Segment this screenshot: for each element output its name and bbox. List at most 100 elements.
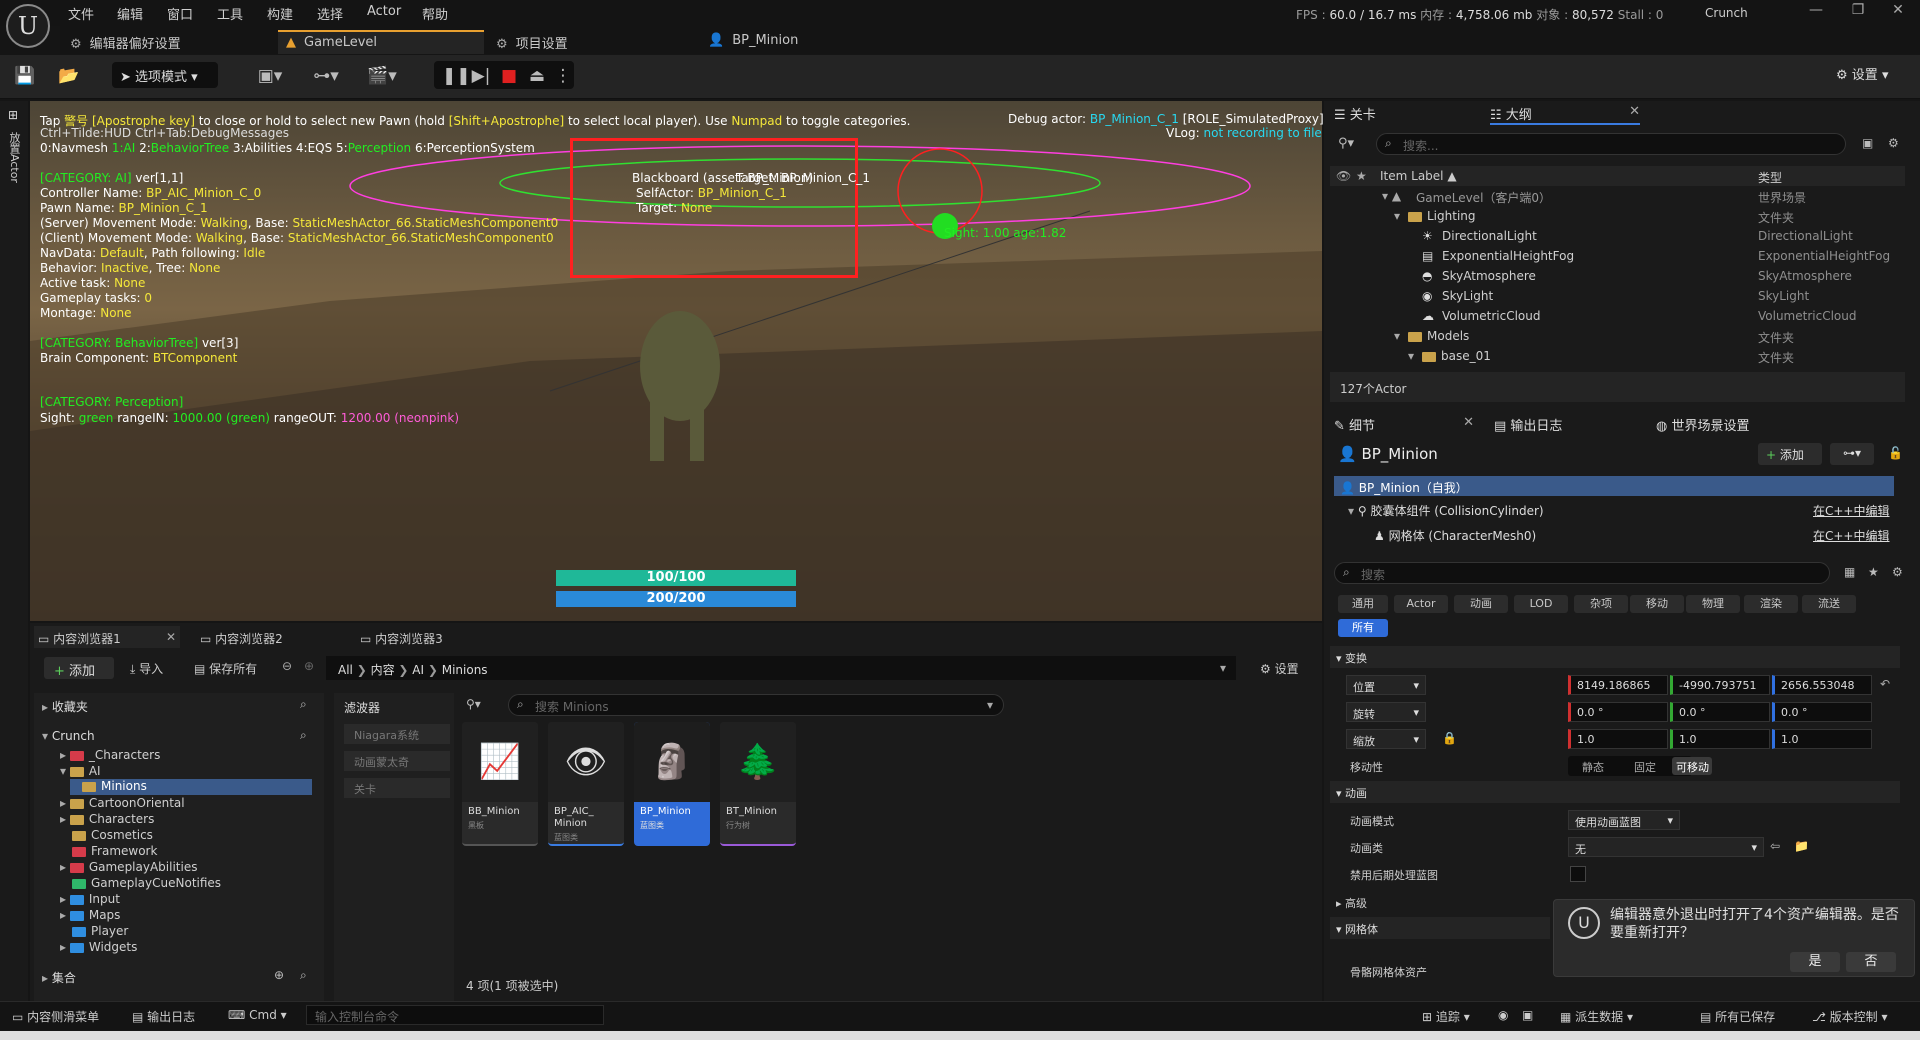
minimize-icon[interactable]: —	[1796, 2, 1836, 18]
tab-world-settings[interactable]: ◍ 世界场景设置	[1656, 415, 1750, 434]
project-header[interactable]: ▾ Crunch	[42, 729, 95, 743]
camera-icon[interactable]: ▣	[1522, 1008, 1533, 1022]
tab-outliner[interactable]: ☷ 大纲 ✕	[1490, 104, 1640, 125]
asset-tile[interactable]: 👁 BP_AIC_ Minion 蓝图类	[548, 722, 624, 846]
source-control-button[interactable]: ⎇ 版本控制 ▾	[1812, 1008, 1888, 1025]
section-transform[interactable]: ▾ 变换	[1330, 646, 1900, 668]
outliner-row[interactable]: ▾ Lighting 文件夹	[1330, 209, 1905, 229]
filter-item[interactable]: 关卡	[344, 778, 450, 798]
lock-icon[interactable]: 🔒	[1442, 731, 1457, 745]
tree-folder[interactable]: Cosmetics	[72, 828, 153, 842]
console-input[interactable]: 输入控制台命令	[306, 1005, 604, 1025]
unreal-logo-icon[interactable]: U	[6, 4, 50, 48]
favorites-header[interactable]: ▸ 收藏夹	[42, 698, 88, 715]
close-icon[interactable]: ✕	[1878, 2, 1918, 18]
tab-project-settings[interactable]: ⚙ 项目设置	[496, 30, 696, 54]
blueprint-options-icon[interactable]: ⊶▾	[1830, 443, 1874, 465]
menu-edit[interactable]: 编辑	[117, 4, 143, 23]
menu-select[interactable]: 选择	[317, 4, 343, 23]
restore-icon[interactable]: ❐	[1838, 2, 1878, 18]
tree-folder[interactable]: ▸ CartoonOriental	[60, 796, 185, 810]
tree-folder[interactable]: ▸ Characters	[60, 812, 154, 826]
tab-game-level[interactable]: ▲ GameLevel	[278, 30, 484, 54]
eject-icon[interactable]: ⏏	[526, 65, 548, 87]
menu-tools[interactable]: 工具	[217, 4, 243, 23]
menu-help[interactable]: 帮助	[422, 4, 448, 23]
cmd-dropdown[interactable]: ⌨ Cmd ▾	[228, 1008, 287, 1022]
category-general[interactable]: 通用	[1338, 595, 1388, 613]
outliner-row[interactable]: ◉ SkyLight SkyLight	[1330, 289, 1905, 309]
details-search[interactable]: ⌕ 搜索	[1334, 562, 1830, 584]
add-collection-icon[interactable]: ⊕	[274, 968, 284, 982]
anim-class-dropdown[interactable]: 无 ▾	[1568, 837, 1764, 857]
section-animation[interactable]: ▾ 动画	[1330, 781, 1900, 803]
search-icon[interactable]: ⌕	[300, 697, 307, 712]
tree-folder-selected[interactable]: Minions	[70, 779, 312, 795]
edit-in-cpp-link[interactable]: 在C++中编辑	[1813, 502, 1890, 519]
outliner-row[interactable]: ▤ ExponentialHeightFog ExponentialHeightFo…	[1330, 249, 1905, 269]
outliner-row[interactable]: ▾ base_01 文件夹	[1330, 349, 1905, 369]
toast-no-button[interactable]: 否	[1846, 952, 1896, 972]
category-all[interactable]: 所有	[1338, 619, 1388, 637]
menu-build[interactable]: 构建	[267, 4, 293, 23]
browse-icon[interactable]: 📂	[58, 65, 80, 87]
location-dropdown[interactable]: 位置 ▾	[1346, 675, 1426, 695]
cb-save-all-button[interactable]: ▤ 保存所有	[194, 660, 257, 677]
path-segment[interactable]: 内容	[371, 663, 395, 677]
all-saved-button[interactable]: ▤ 所有已保存	[1700, 1008, 1775, 1025]
outliner-row[interactable]: ☁ VolumetricCloud VolumetricCloud	[1330, 309, 1905, 329]
add-component-button[interactable]: + 添加	[1758, 443, 1822, 465]
location-z[interactable]: 2656.553048	[1772, 675, 1872, 695]
eye-icon[interactable]: 👁	[1336, 169, 1351, 183]
tree-folder[interactable]: Player	[72, 924, 128, 938]
rotation-z[interactable]: 0.0 °	[1772, 702, 1872, 722]
gear-icon[interactable]: ⚙	[1888, 136, 1899, 150]
category-streaming[interactable]: 流送	[1802, 595, 1856, 613]
derived-data-button[interactable]: ▦ 派生数据 ▾	[1560, 1008, 1633, 1025]
forward-icon[interactable]: ⊕	[304, 659, 314, 673]
stop-icon[interactable]: ■	[498, 65, 520, 87]
rotation-dropdown[interactable]: 旋转 ▾	[1346, 702, 1426, 722]
path-segment[interactable]: AI	[412, 663, 424, 677]
tree-folder[interactable]: ▸ Input	[60, 892, 120, 906]
close-icon[interactable]: ✕	[166, 630, 176, 644]
search-icon[interactable]: ⌕	[300, 968, 307, 983]
cb-settings-button[interactable]: ⚙ 设置	[1260, 660, 1299, 677]
blueprint-tools-icon[interactable]: ⊶▾	[306, 65, 346, 87]
col-item-label[interactable]: Item Label ▲	[1380, 169, 1457, 183]
cb-add-button[interactable]: + 添加	[44, 657, 114, 679]
asset-tile[interactable]: 📈 BB_Minion 黑板	[462, 722, 538, 846]
tree-folder[interactable]: ▸ GameplayAbilities	[60, 860, 197, 874]
use-selected-icon[interactable]: ⇦	[1770, 839, 1780, 853]
filter-icon[interactable]: ⚲▾	[466, 697, 481, 711]
tree-folder[interactable]: ▸ Widgets	[60, 940, 137, 954]
outliner-row[interactable]: ▾ ▲ GameLevel（客户端0） 世界场景	[1330, 189, 1905, 209]
tab-editor-prefs[interactable]: ⚙ 编辑器偏好设置	[70, 30, 270, 54]
rotation-y[interactable]: 0.0 °	[1670, 702, 1770, 722]
browse-icon[interactable]: 📁	[1794, 839, 1809, 853]
lock-icon[interactable]: 🔓	[1888, 446, 1903, 460]
save-icon[interactable]: 💾	[14, 65, 36, 87]
reset-icon[interactable]: ↶	[1880, 677, 1890, 691]
pause-icon[interactable]: ❚❚	[442, 65, 471, 87]
asset-search[interactable]: ⌕ 搜索 Minions ▾	[508, 694, 1004, 716]
tab-content-browser-2[interactable]: ▭ 内容浏览器2	[200, 630, 283, 647]
record-icon[interactable]: ◉	[1498, 1008, 1508, 1022]
category-lod[interactable]: LOD	[1514, 595, 1568, 613]
scale-dropdown[interactable]: 缩放 ▾	[1346, 729, 1426, 749]
star-icon[interactable]: ★	[1356, 169, 1367, 183]
tree-folder[interactable]: Framework	[72, 844, 157, 858]
menu-window[interactable]: 窗口	[167, 4, 193, 23]
place-actor-icon[interactable]: ⊞	[8, 108, 18, 122]
disable-post-checkbox[interactable]	[1570, 866, 1586, 882]
collections-header[interactable]: ▸ 集合	[42, 969, 76, 986]
tab-content-browser-3[interactable]: ▭ 内容浏览器3	[360, 630, 443, 647]
component-mesh[interactable]: ♟ 网格体 (CharacterMesh0)	[1374, 527, 1536, 544]
close-icon[interactable]: ✕	[1463, 415, 1474, 430]
tree-folder[interactable]: ▾ AI	[60, 764, 101, 778]
tree-folder[interactable]: ▸ _Characters	[60, 748, 160, 762]
place-actor-label[interactable]: 放置Actor	[8, 132, 22, 183]
tab-content-browser-1[interactable]: ▭ 内容浏览器1 ✕	[34, 626, 180, 648]
edit-in-cpp-link[interactable]: 在C++中编辑	[1813, 527, 1890, 544]
category-physics[interactable]: 物理	[1686, 595, 1740, 613]
